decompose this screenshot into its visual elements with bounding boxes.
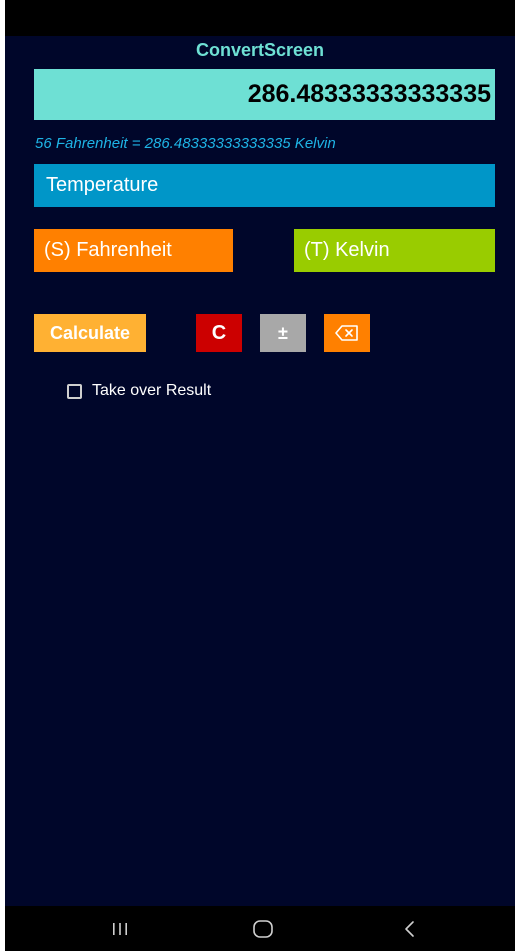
result-value: 286.48333333333335 bbox=[247, 80, 491, 108]
back-icon bbox=[405, 920, 414, 937]
category-selector[interactable]: Temperature bbox=[34, 164, 495, 207]
result-display[interactable]: 286.48333333333335 bbox=[34, 69, 495, 120]
home-button[interactable] bbox=[238, 906, 288, 951]
source-unit-button[interactable]: (S) Fahrenheit bbox=[34, 229, 233, 272]
checkbox-box[interactable] bbox=[67, 383, 82, 399]
page-title: ConvertScreen bbox=[195, 40, 325, 60]
conversion-formula: 56 Fahrenheit = 286.48333333333335 Kelvi… bbox=[35, 135, 336, 152]
take-over-result-checkbox[interactable]: Take over Result bbox=[67, 382, 211, 400]
back-button[interactable] bbox=[385, 906, 435, 951]
system-nav-bar bbox=[5, 906, 515, 951]
take-over-result-label: Take over Result bbox=[92, 382, 212, 399]
recents-button[interactable] bbox=[95, 906, 145, 951]
backspace-icon bbox=[335, 325, 358, 341]
sign-toggle-button[interactable]: ± bbox=[260, 314, 306, 352]
recents-icon bbox=[113, 922, 127, 935]
app-screen: ConvertScreen 286.48333333333335 56 Fahr… bbox=[5, 0, 515, 951]
target-unit-button[interactable]: (T) Kelvin bbox=[294, 229, 495, 272]
home-icon bbox=[253, 919, 273, 938]
clear-button[interactable]: C bbox=[196, 314, 242, 352]
status-bar bbox=[5, 0, 515, 36]
backspace-button[interactable] bbox=[324, 314, 370, 352]
calculate-button[interactable]: Calculate bbox=[34, 314, 146, 352]
